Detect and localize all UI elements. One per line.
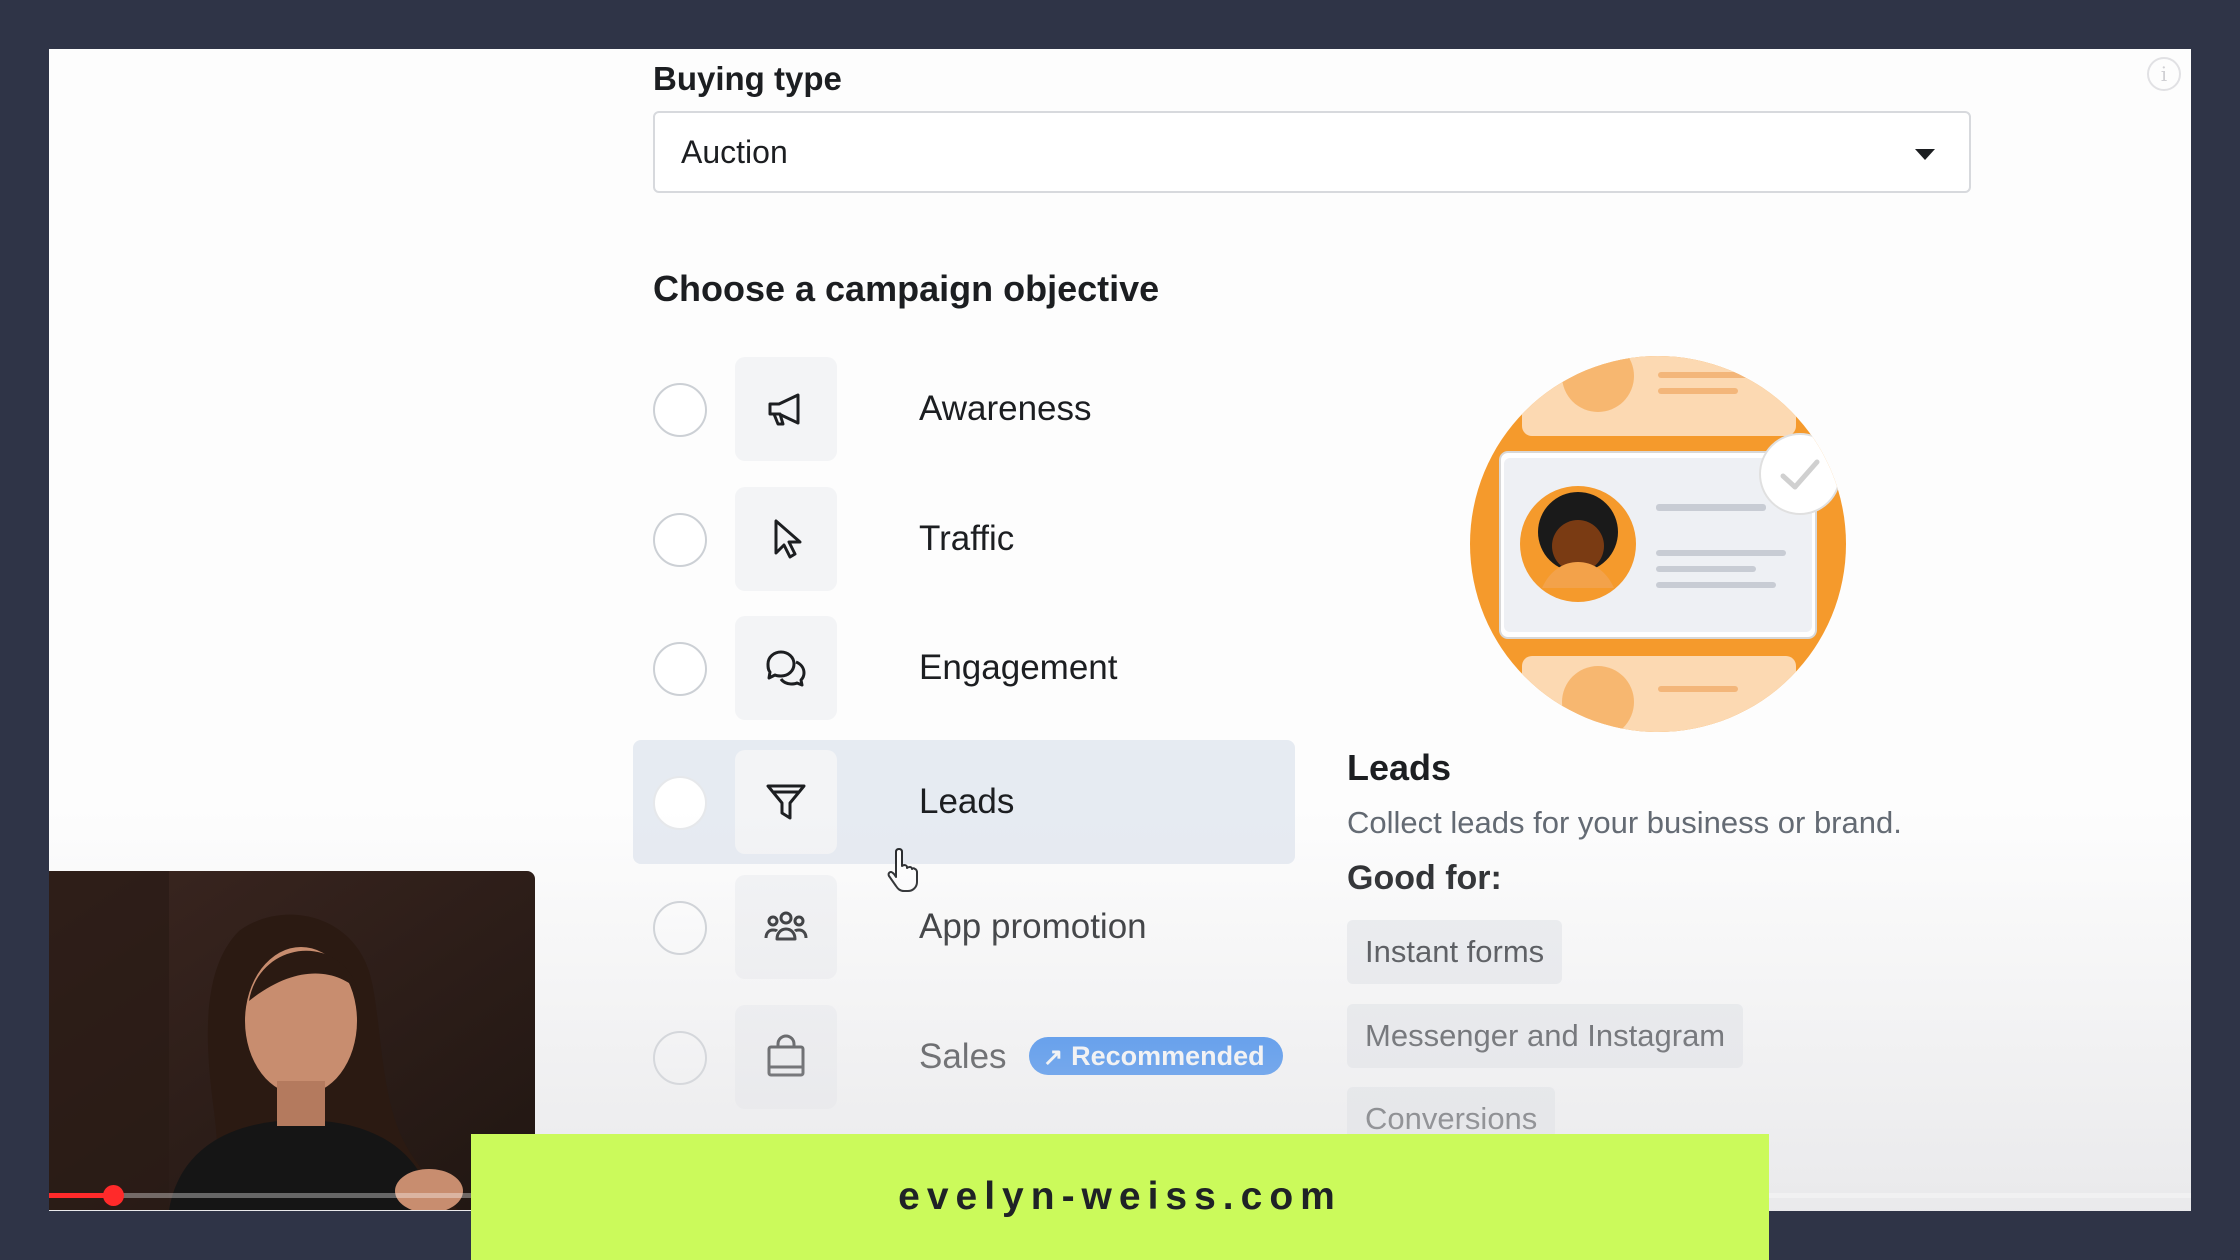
objective-option-awareness[interactable]: Awareness [633, 347, 1295, 471]
objective-option-engagement[interactable]: Engagement [633, 606, 1295, 730]
buying-type-dropdown[interactable]: Auction [653, 111, 1971, 193]
recommended-badge: ↗ Recommended [1029, 1037, 1283, 1075]
objective-label: Traffic [919, 519, 1015, 558]
radio-button[interactable] [653, 901, 707, 955]
objective-option-app-promotion[interactable]: App promotion [633, 865, 1295, 989]
buying-type-value: Auction [681, 134, 788, 170]
funnel-icon [735, 750, 837, 854]
trend-icon: ↗ [1043, 1044, 1064, 1071]
badge-label: Recommended [1071, 1041, 1265, 1071]
megaphone-icon [735, 357, 837, 461]
objective-option-sales[interactable]: Sales ↗ Recommended [633, 995, 1295, 1119]
objective-option-traffic[interactable]: Traffic [633, 477, 1295, 601]
radio-button[interactable] [653, 513, 707, 567]
details-title: Leads [1347, 747, 1452, 788]
people-group-icon [735, 875, 837, 979]
chat-bubbles-icon [735, 616, 837, 720]
cursor-icon [735, 487, 837, 591]
radio-button[interactable] [653, 1031, 707, 1085]
radio-button[interactable] [653, 776, 707, 830]
caret-down-icon [1915, 149, 1935, 160]
good-for-chip: Instant forms [1347, 920, 1563, 984]
leads-illustration [1470, 356, 1846, 732]
hand-cursor-icon [887, 848, 918, 892]
website-banner: evelyn-weiss.com [471, 1134, 1769, 1260]
info-icon[interactable]: i [2147, 57, 2181, 91]
objective-option-leads[interactable]: Leads [633, 740, 1295, 864]
radio-button[interactable] [653, 383, 707, 437]
shopping-bag-icon [735, 1005, 837, 1109]
buying-type-label: Buying type [653, 60, 842, 97]
presenter-webcam [49, 871, 535, 1210]
objective-label: Sales [919, 1037, 1007, 1076]
objective-label: Leads [919, 782, 1015, 821]
objective-heading: Choose a campaign objective [653, 268, 1160, 309]
objective-label: App promotion [919, 907, 1147, 946]
good-for-label: Good for: [1347, 859, 1502, 897]
details-description: Collect leads for your business or brand… [1347, 805, 1902, 840]
banner-text: evelyn-weiss.com [898, 1175, 1342, 1218]
objective-label: Awareness [919, 389, 1092, 428]
good-for-chip: Messenger and Instagram [1347, 1004, 1744, 1068]
radio-button[interactable] [653, 642, 707, 696]
objective-label: Engagement [919, 648, 1118, 687]
